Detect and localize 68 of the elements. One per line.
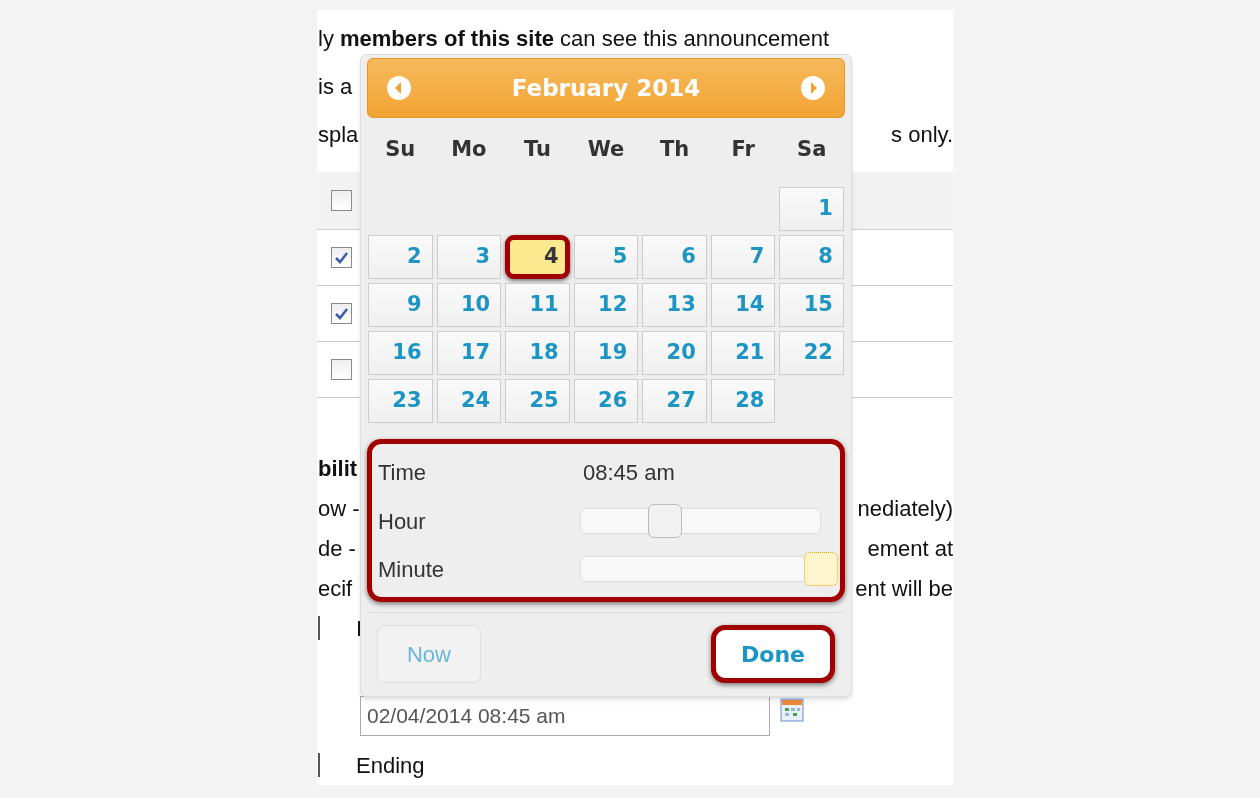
day-cell[interactable]: 11: [505, 283, 570, 327]
day-cell[interactable]: 24: [436, 379, 502, 423]
slider-label: Minute: [378, 555, 446, 584]
text-fragment: ow -: [318, 494, 360, 523]
check-icon: [334, 306, 349, 321]
day-cell[interactable]: 3: [436, 235, 502, 279]
day-cell[interactable]: 20: [642, 331, 707, 375]
text-fragment: ly members of this site can see this announcement: [318, 24, 830, 53]
day-cell[interactable]: 12: [573, 283, 639, 327]
text-fragment: spla: [318, 120, 359, 149]
day-cell[interactable]: 1: [779, 187, 844, 231]
text-fragment: is a: [318, 72, 353, 101]
day-cell[interactable]: 17: [436, 331, 502, 375]
done-button[interactable]: Done: [711, 625, 835, 684]
day-cell[interactable]: 21: [710, 331, 776, 375]
day-cell[interactable]: 23: [368, 379, 433, 423]
text-fragment: ement at: [867, 534, 953, 563]
check-icon: [334, 250, 349, 265]
calendar-icon[interactable]: [780, 698, 804, 722]
slider-thumb[interactable]: [804, 552, 839, 587]
day-cell[interactable]: 15: [779, 283, 844, 327]
text-fragment: bilit: [318, 454, 358, 483]
weekday-label: We: [586, 135, 626, 163]
day-cell[interactable]: 28: [710, 379, 776, 423]
time-label: Time: [378, 458, 428, 487]
text-fragment: I: [356, 614, 363, 643]
day-cell[interactable]: 5: [573, 235, 639, 279]
weekday-label: Mo: [450, 135, 488, 163]
weekday-label: Su: [384, 135, 417, 163]
next-icon[interactable]: [800, 74, 826, 101]
field-label: Ending: [356, 751, 425, 780]
day-cell[interactable]: 16: [368, 331, 433, 375]
day-cell[interactable]: 6: [642, 235, 707, 279]
day-cell[interactable]: 2: [368, 235, 433, 279]
day-cell[interactable]: 7: [710, 235, 776, 279]
checkbox[interactable]: [331, 303, 352, 324]
text-fragment: ent will be: [855, 574, 953, 603]
day-cell[interactable]: 8: [779, 235, 844, 279]
weekday-label: Tu: [522, 135, 552, 163]
text-fragment: s only.: [891, 120, 953, 149]
time-value: 08:45 am: [583, 458, 675, 487]
day-cell[interactable]: 27: [642, 379, 707, 423]
checkbox[interactable]: [331, 190, 352, 211]
weekday-label: Sa: [796, 135, 828, 163]
slider-thumb[interactable]: [647, 504, 682, 539]
day-cell[interactable]: 4: [505, 235, 570, 279]
day-cell[interactable]: 26: [573, 379, 639, 423]
checkbox[interactable]: [331, 359, 352, 380]
weekday-label: Th: [658, 135, 691, 163]
slider-label: Hour: [378, 507, 427, 536]
day-cell[interactable]: 25: [505, 379, 570, 423]
now-button[interactable]: Now: [377, 625, 481, 684]
day-cell[interactable]: 22: [779, 331, 844, 375]
day-cell[interactable]: 13: [642, 283, 707, 327]
day-cell[interactable]: 10: [436, 283, 502, 327]
month-title: February 2014: [511, 73, 701, 103]
previous-icon[interactable]: [386, 74, 412, 101]
text-fragment: nediately): [857, 494, 953, 523]
day-cell[interactable]: 9: [368, 283, 433, 327]
text-fragment: ecif: [318, 574, 353, 603]
checkbox[interactable]: [331, 247, 352, 268]
radio-edge: [318, 753, 320, 777]
date-field[interactable]: 02/04/2014 08:45 am: [360, 696, 770, 736]
weekday-label: Fr: [730, 135, 756, 163]
text-fragment: de -: [318, 534, 356, 563]
day-cell[interactable]: 18: [505, 331, 570, 375]
day-cell[interactable]: 19: [573, 331, 639, 375]
day-cell[interactable]: 14: [710, 283, 776, 327]
